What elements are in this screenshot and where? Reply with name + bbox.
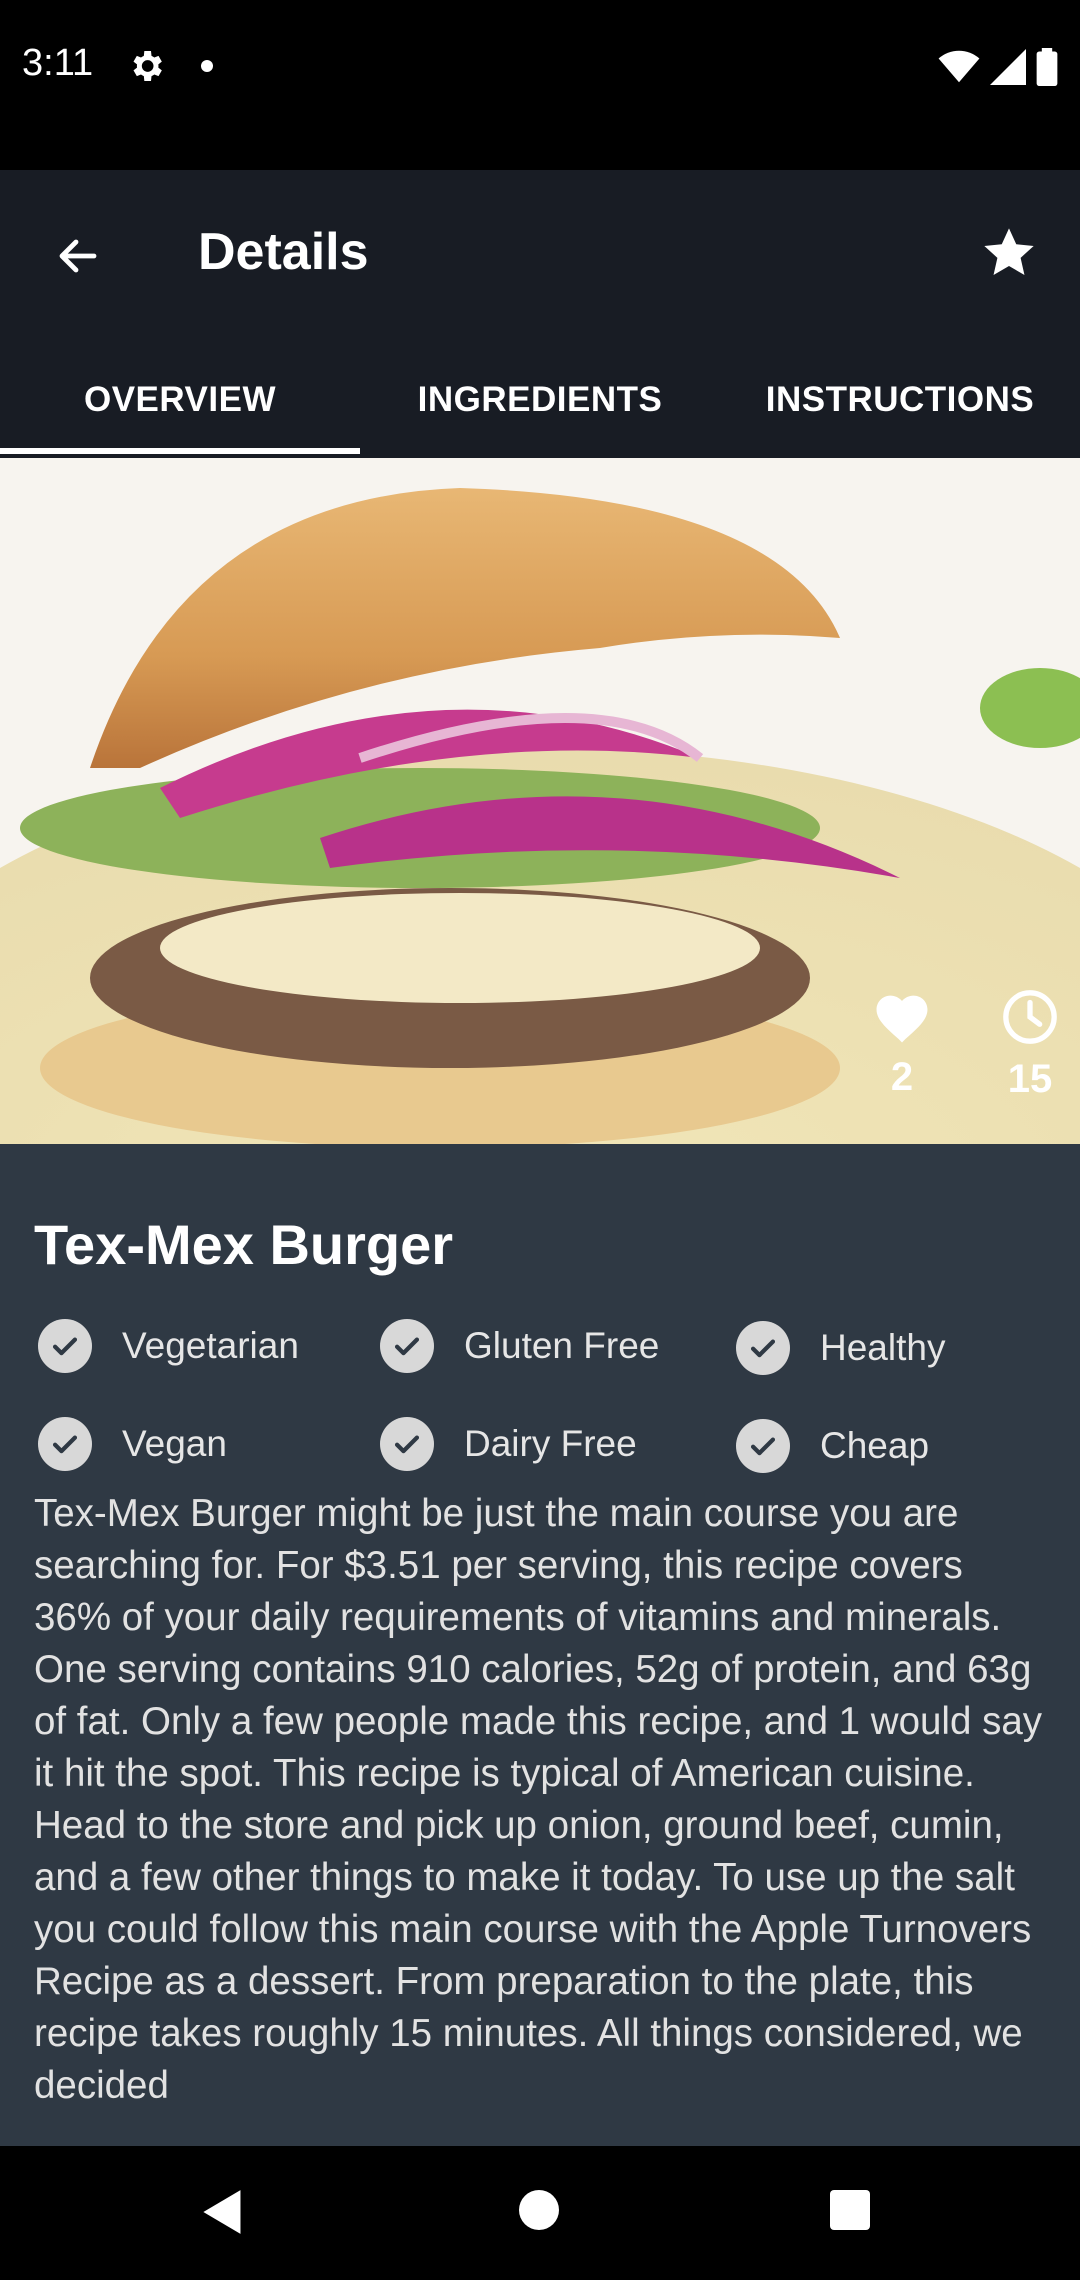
recipe-description: Tex-Mex Burger might be just the main co… — [34, 1492, 1042, 2107]
tag-cheap: Cheap — [736, 1416, 929, 1476]
clock-icon — [1003, 990, 1057, 1044]
system-nav-bar — [0, 2146, 1080, 2280]
status-bar: 3:11 — [0, 0, 1080, 170]
check-icon — [736, 1321, 790, 1375]
overview-content: Tex-Mex Burger Vegetarian Gluten Free He… — [34, 1212, 1046, 2146]
tag-gluten-free: Gluten Free — [380, 1316, 659, 1376]
status-indicators — [938, 44, 1058, 90]
arrow-left-icon — [59, 239, 97, 273]
tag-label: Healthy — [820, 1327, 946, 1368]
tag-label: Cheap — [820, 1425, 930, 1466]
likes-count: 2 — [890, 1055, 914, 1099]
check-icon — [38, 1319, 92, 1373]
tab-overview[interactable]: OVERVIEW — [0, 370, 360, 458]
heart-icon — [876, 995, 928, 1043]
tab-indicator — [0, 448, 360, 454]
minutes-count: 15 — [1007, 1057, 1053, 1101]
check-icon — [380, 1319, 434, 1373]
tag-vegetarian: Vegetarian — [38, 1316, 299, 1376]
nav-back-icon[interactable] — [200, 2188, 246, 2236]
check-icon — [38, 1417, 92, 1471]
back-button[interactable] — [46, 224, 110, 288]
tag-label: Vegetarian — [122, 1325, 299, 1366]
tag-label: Vegan — [122, 1423, 227, 1464]
diet-tags: Vegetarian Gluten Free Healthy Vegan Dai… — [34, 1316, 1046, 1506]
tab-bar: OVERVIEW INGREDIENTS INSTRUCTIONS — [0, 370, 1080, 458]
check-icon — [736, 1419, 790, 1473]
tag-vegan: Vegan — [38, 1414, 227, 1474]
nav-recents-icon[interactable] — [830, 2190, 870, 2230]
app-bar: Details OVERVIEW INGREDIENTS INSTRUCTION… — [0, 170, 1080, 458]
tag-label: Dairy Free — [464, 1423, 637, 1464]
gear-icon — [133, 51, 162, 81]
page-title: Details — [198, 223, 369, 281]
wifi-icon — [938, 50, 980, 83]
recipe-image: 2 15 — [0, 458, 1080, 1144]
tag-dairy-free: Dairy Free — [380, 1414, 637, 1474]
star-icon — [984, 228, 1034, 275]
favorite-button[interactable] — [974, 218, 1044, 288]
tag-label: Gluten Free — [464, 1325, 660, 1366]
likes-stat: 2 — [852, 988, 952, 1100]
battery-icon — [1036, 48, 1058, 86]
nav-home-icon[interactable] — [519, 2190, 559, 2230]
tab-instructions[interactable]: INSTRUCTIONS — [720, 370, 1080, 458]
recipe-title: Tex-Mex Burger — [34, 1213, 454, 1276]
check-icon — [380, 1417, 434, 1471]
notification-dot-icon — [201, 60, 213, 72]
tag-healthy: Healthy — [736, 1318, 945, 1378]
signal-icon — [990, 49, 1026, 85]
status-time: 3:11 — [22, 42, 94, 84]
recipe-stats: 2 15 — [840, 988, 1080, 1128]
time-stat: 15 — [980, 988, 1080, 1102]
tab-ingredients[interactable]: INGREDIENTS — [360, 370, 720, 458]
